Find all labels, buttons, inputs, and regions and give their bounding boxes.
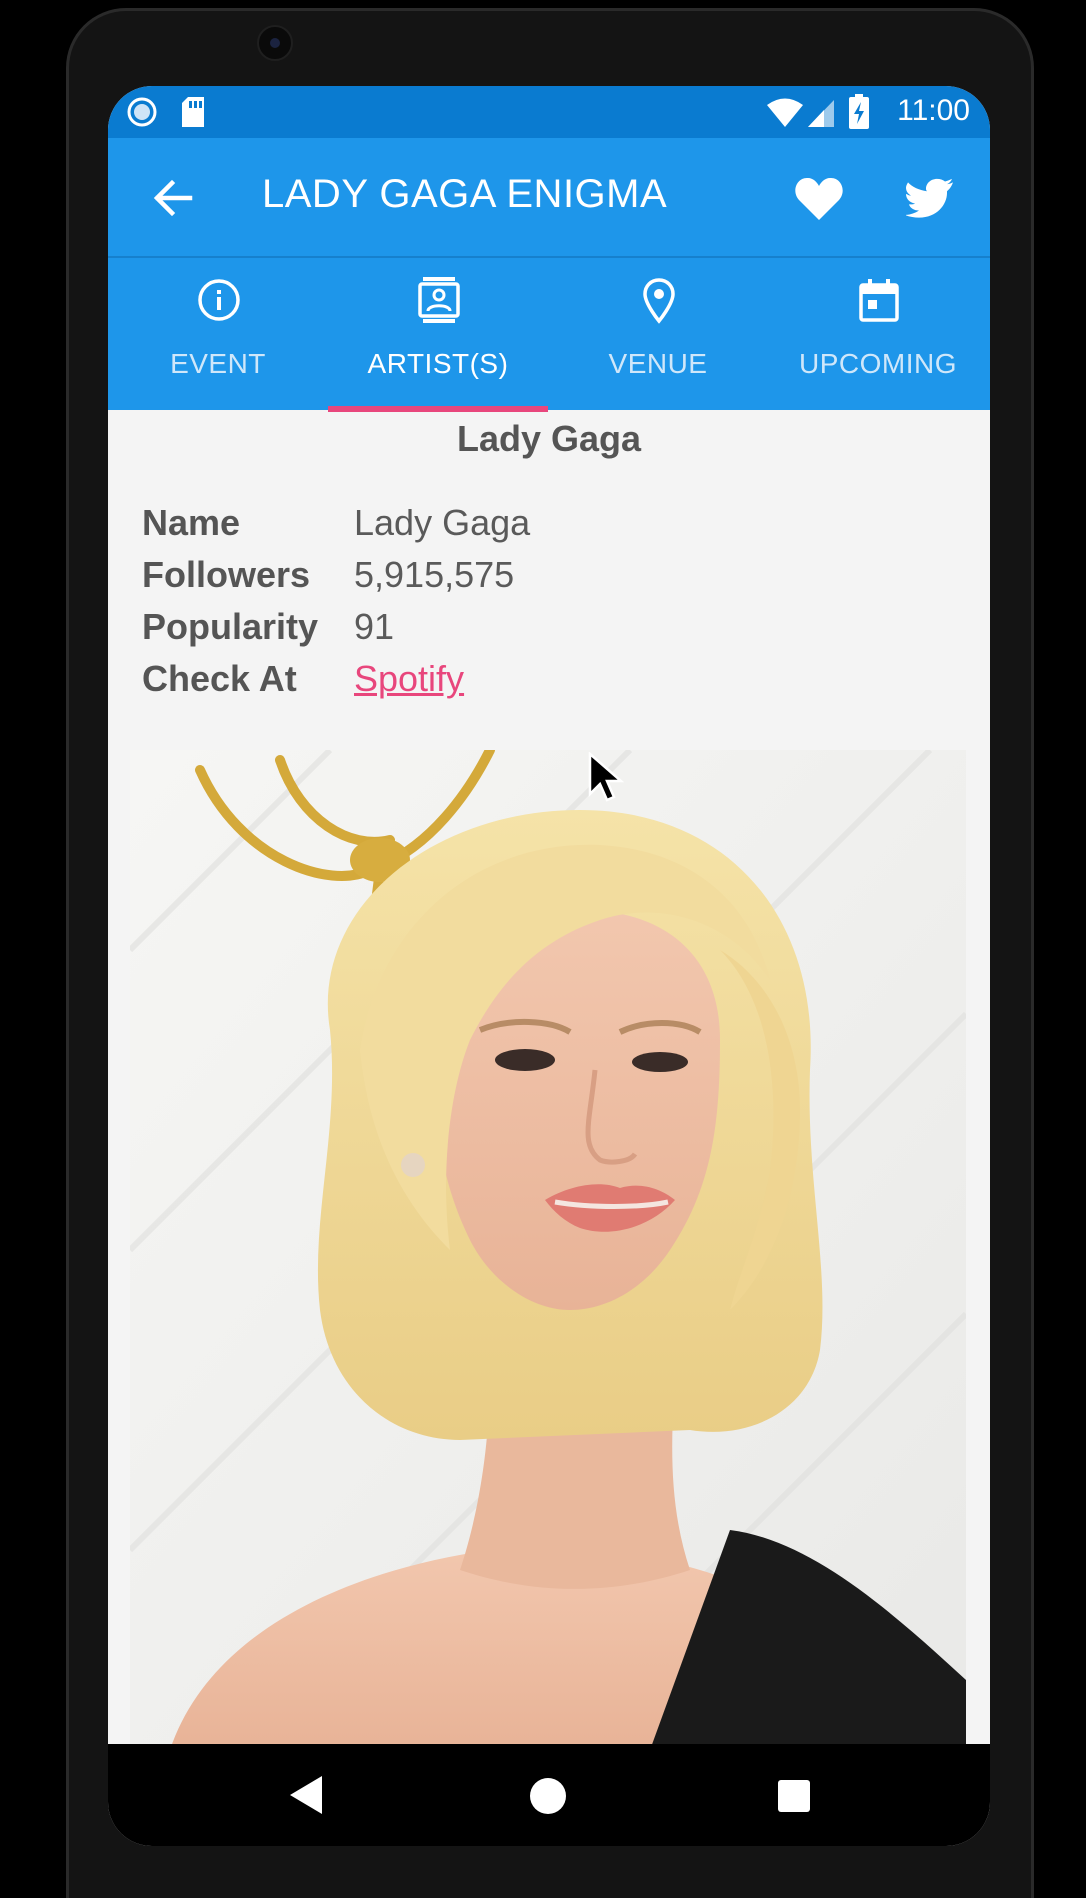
info-value: 91 <box>354 606 395 647</box>
active-tab-indicator <box>328 406 548 412</box>
tab-venue[interactable]: VENUE <box>548 258 768 410</box>
signal-icon <box>808 100 834 127</box>
circle-notification-icon <box>127 97 157 127</box>
tab-label: EVENT <box>170 348 266 379</box>
front-camera <box>257 25 293 61</box>
nav-home-icon[interactable] <box>530 1778 566 1814</box>
info-label: Followers <box>142 554 311 595</box>
arrow-left-icon[interactable] <box>146 170 202 226</box>
tab-bar: EVENT ARTIST(S) VENUE UPCOMING <box>108 256 990 412</box>
tab-label: UPCOMING <box>799 348 957 379</box>
info-label: Check At <box>142 658 297 699</box>
app-toolbar: LADY GAGA ENIGMA <box>108 138 990 256</box>
nav-back-icon[interactable] <box>286 1774 326 1816</box>
tab-upcoming[interactable]: UPCOMING <box>768 258 988 410</box>
spotify-link[interactable]: Spotify <box>354 658 464 700</box>
nav-recents-icon[interactable] <box>778 1780 810 1812</box>
tab-event[interactable]: EVENT <box>108 258 328 410</box>
artist-heading: Lady Gaga <box>456 418 642 459</box>
status-bar: 11:00 <box>108 86 990 138</box>
info-value: Lady Gaga <box>354 502 531 543</box>
map-pin-icon <box>643 278 675 324</box>
info-value: 5,915,575 <box>354 554 515 595</box>
artist-photo-illustration <box>130 750 966 1750</box>
system-nav-bar <box>108 1744 990 1846</box>
info-label: Popularity <box>142 606 319 647</box>
wifi-icon <box>767 98 803 127</box>
mouse-cursor-icon <box>588 752 624 802</box>
tab-label: ARTIST(S) <box>367 348 509 379</box>
battery-charging-icon <box>849 94 869 129</box>
sd-card-icon <box>182 97 204 127</box>
calendar-icon <box>859 279 899 322</box>
tab-artists[interactable]: ARTIST(S) <box>328 258 548 410</box>
contact-card-icon <box>418 277 460 323</box>
page-title: LADY GAGA ENIGMA <box>262 172 668 216</box>
tab-label: VENUE <box>608 348 708 379</box>
info-label: Name <box>142 502 241 543</box>
info-circle-icon <box>198 279 240 321</box>
status-time: 11:00 <box>897 94 970 127</box>
twitter-icon[interactable] <box>906 176 954 220</box>
artist-photo <box>130 750 966 1750</box>
heart-icon[interactable] <box>794 176 844 222</box>
device-screen: 11:00 LADY GAGA ENIGMA EVENT ARTIST(S) V… <box>108 86 990 1846</box>
